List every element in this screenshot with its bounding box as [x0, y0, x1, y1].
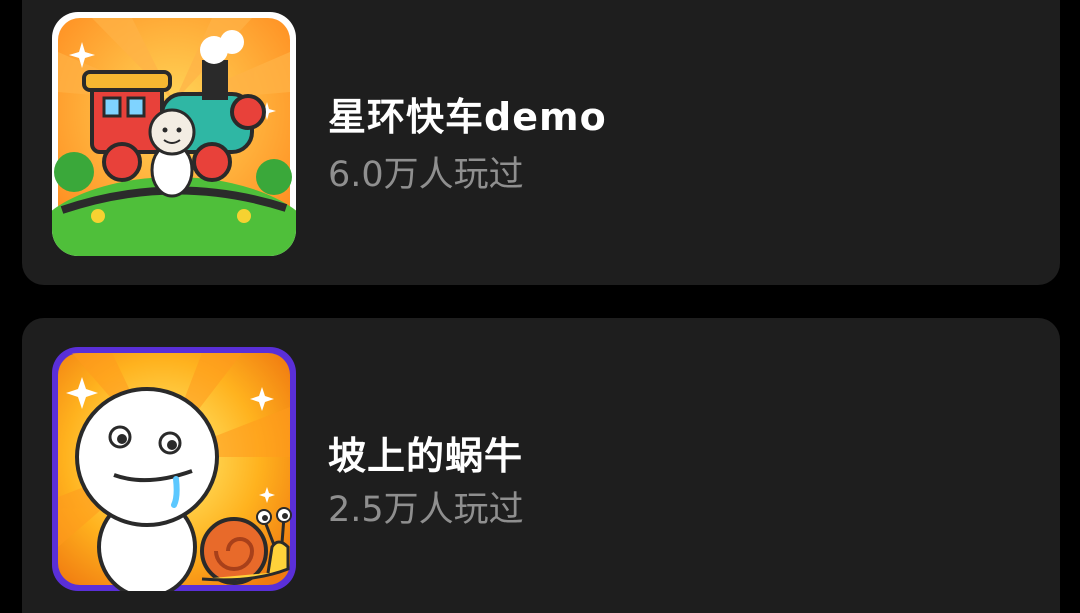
play-count: 2.5万人玩过: [328, 490, 524, 530]
game-card-snail[interactable]: 坡上的蜗牛 2.5万人玩过: [22, 318, 1060, 613]
game-title[interactable]: 星环快车demo: [328, 86, 607, 141]
play-count: 6.0万人玩过: [328, 155, 524, 195]
game-list-screen: 星环快车demo 6.0万人玩过 坡上的蜗牛 2.5万人玩过: [0, 0, 1080, 613]
game-title[interactable]: 坡上的蜗牛: [328, 425, 523, 480]
game-card-train[interactable]: 星环快车demo 6.0万人玩过: [22, 0, 1060, 285]
snail-game-icon[interactable]: [52, 347, 296, 591]
train-game-icon[interactable]: [52, 12, 296, 256]
